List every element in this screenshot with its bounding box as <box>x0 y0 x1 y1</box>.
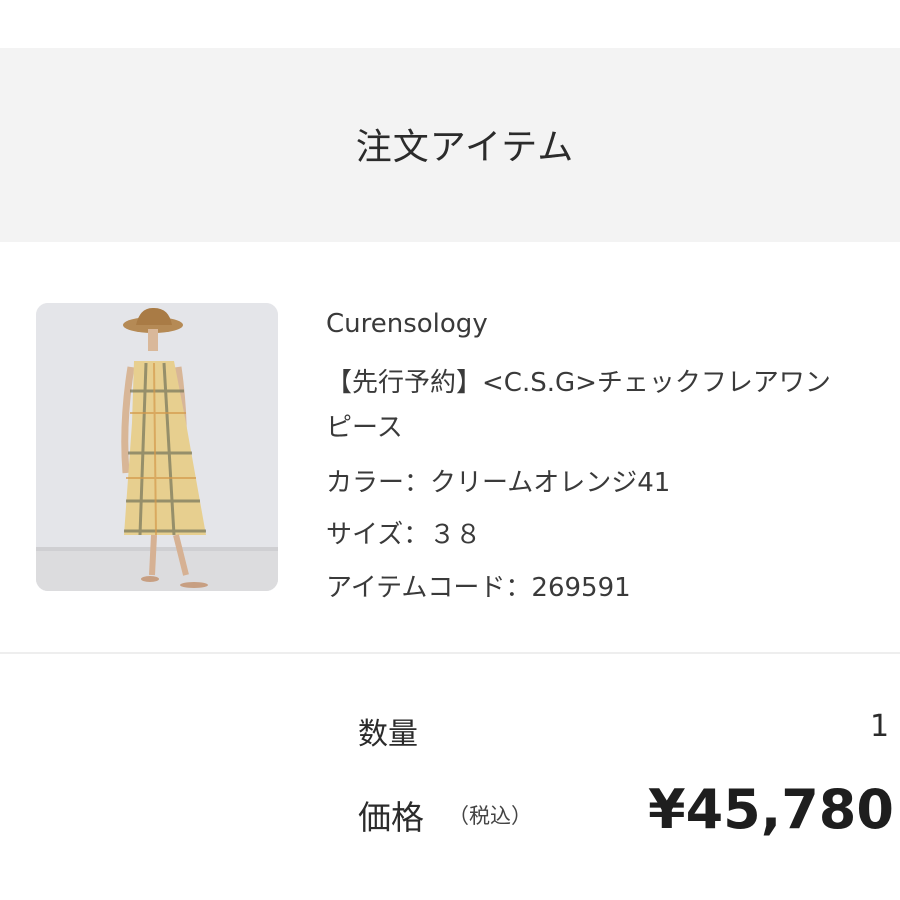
quantity-value: 1 <box>870 709 890 744</box>
product-title-line-1[interactable]: 【先行予約】<C.S.G>チェックフレアワン <box>326 362 831 399</box>
quantity-label: 数量 <box>358 717 418 752</box>
product-title-line-2[interactable]: ピース <box>326 407 403 444</box>
product-brand[interactable]: Curensology <box>326 309 488 339</box>
product-color: カラー：クリームオレンジ41 <box>326 468 671 498</box>
price-value: ¥45,780 <box>648 778 894 841</box>
section-title: 注文アイテム <box>355 127 575 168</box>
price-label: 価格 <box>358 798 424 837</box>
price-tax-note: （税込） <box>448 804 532 828</box>
product-image[interactable] <box>36 303 278 591</box>
product-photo-illustration <box>36 303 278 591</box>
top-strip <box>0 0 900 48</box>
product-size: サイズ：３８ <box>326 520 482 550</box>
product-item-code: アイテムコード：269591 <box>326 573 631 603</box>
